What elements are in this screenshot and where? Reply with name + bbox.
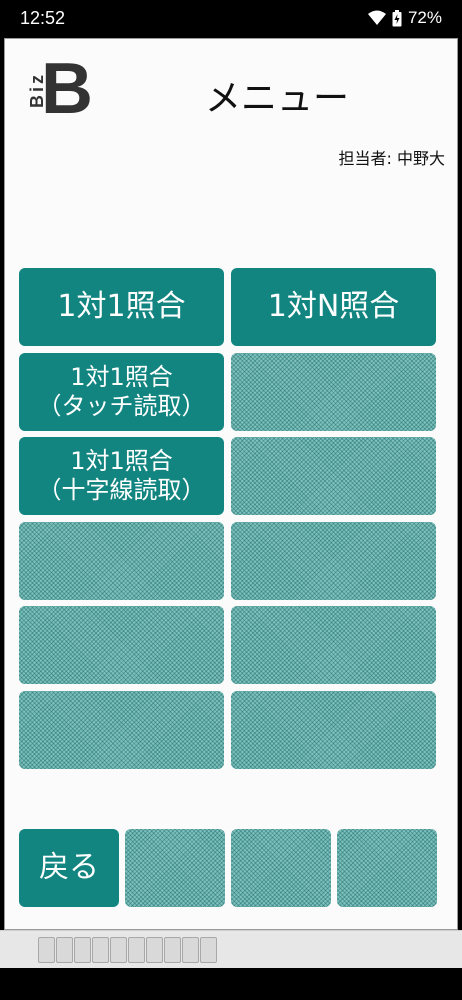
empty-toolbar-button [231, 829, 331, 907]
logo-big-letter: B [41, 49, 93, 129]
navigation-bar [0, 968, 462, 1000]
back-label: 戻る [39, 850, 99, 885]
key-cell [200, 937, 217, 963]
bottom-key-strip [0, 930, 462, 968]
key-cell [74, 937, 91, 963]
one-to-one-button[interactable]: 1対1照合 [19, 268, 224, 346]
key-cell [56, 937, 73, 963]
empty-slot-button [231, 353, 436, 431]
one-to-one-touch-label: 1対1照合 （タッチ読取） [37, 363, 206, 420]
empty-slot-button [19, 691, 224, 769]
one-to-n-label: 1対N照合 [267, 289, 400, 324]
one-to-one-label: 1対1照合 [57, 289, 186, 324]
clock: 12:52 [20, 8, 66, 28]
key-cell [164, 937, 181, 963]
one-to-one-cross-label: 1対1照合 （十字線読取） [37, 447, 206, 504]
one-to-n-button[interactable]: 1対N照合 [231, 268, 436, 346]
empty-slot-button [231, 437, 436, 515]
one-to-one-touch-button[interactable]: 1対1照合 （タッチ読取） [19, 353, 224, 431]
wifi-icon [367, 10, 386, 25]
one-to-one-cross-button[interactable]: 1対1照合 （十字線読取） [19, 437, 224, 515]
status-icons: 72% [367, 8, 442, 28]
back-button[interactable]: 戻る [19, 829, 119, 907]
empty-slot-button [231, 606, 436, 684]
empty-slot-button [19, 606, 224, 684]
page-title: メニュー [205, 78, 350, 119]
key-cell [146, 937, 163, 963]
bizb-logo: Biz B [15, 53, 95, 125]
key-cell [110, 937, 127, 963]
empty-slot-button [231, 522, 436, 600]
operator-label: 担当者: 中野大 [338, 149, 445, 168]
key-cell [92, 937, 109, 963]
app-window: Biz B メニュー 担当者: 中野大 1対1照合 1対N照合 1対1照合 （タ… [4, 38, 458, 930]
empty-slot-button [231, 691, 436, 769]
empty-toolbar-button [337, 829, 437, 907]
battery-level: 72% [407, 8, 442, 27]
empty-slot-button [19, 522, 224, 600]
key-cell [128, 937, 145, 963]
key-cell [182, 937, 199, 963]
status-bar: 12:52 72% [0, 0, 462, 38]
battery-icon [392, 9, 402, 26]
empty-toolbar-button [125, 829, 225, 907]
key-cell [38, 937, 55, 963]
